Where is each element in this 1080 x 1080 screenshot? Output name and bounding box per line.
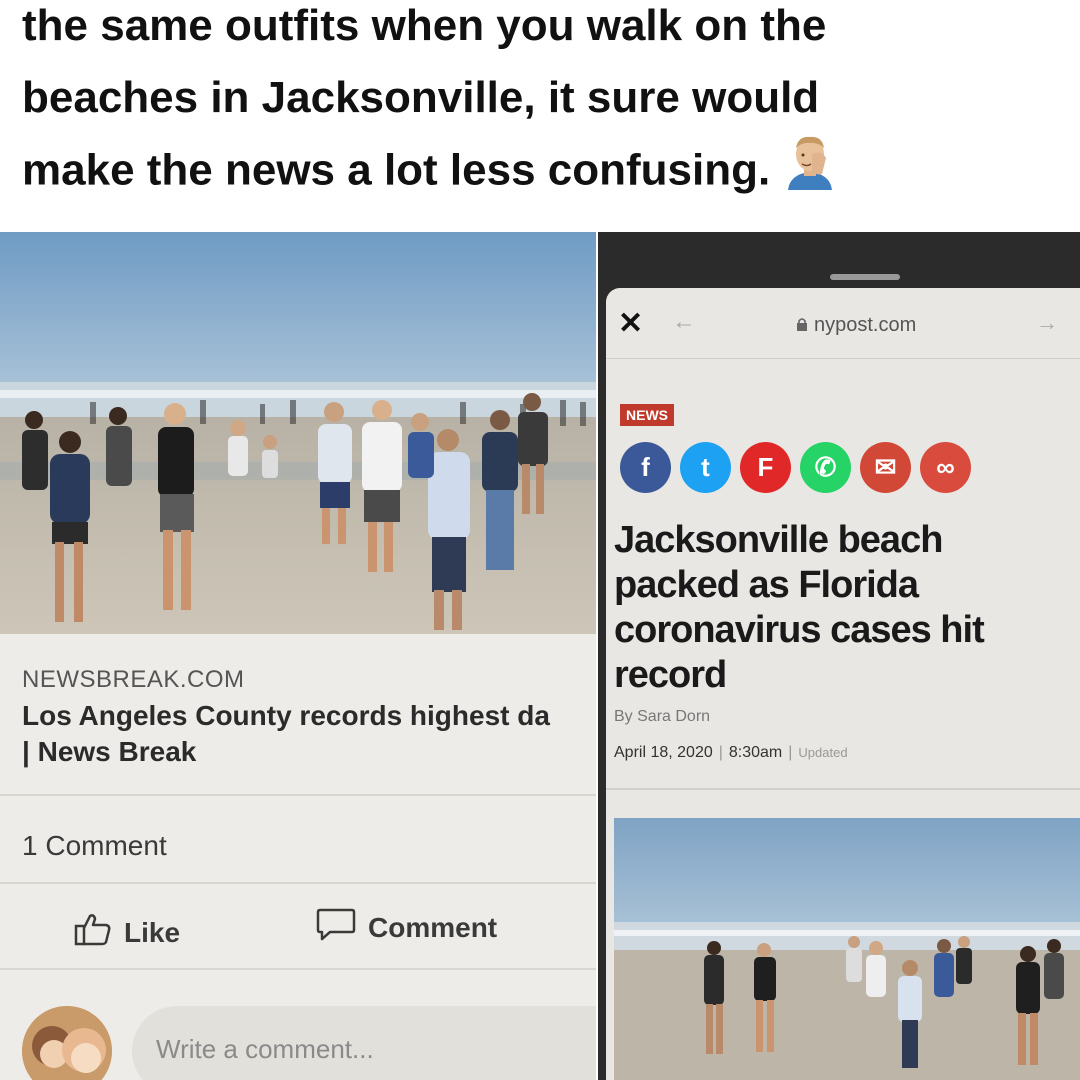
email-icon[interactable]: ✉ [860, 442, 911, 493]
comment-button[interactable]: Comment [316, 906, 497, 949]
caption-line: make the news a lot less confusing. [22, 134, 1062, 212]
separator: | [788, 744, 793, 761]
whatsapp-icon[interactable]: ✆ [800, 442, 851, 493]
close-icon[interactable]: ✕ [618, 306, 643, 341]
flipboard-icon[interactable]: F [740, 442, 791, 493]
twitter-icon[interactable]: t [680, 442, 731, 493]
post-caption: the same outfits when you walk on the be… [22, 0, 1062, 232]
comment-count[interactable]: 1 Comment [22, 830, 167, 862]
link-preview-card[interactable]: NEWSBREAK.COM Los Angeles County records… [0, 634, 596, 1080]
article-title: Jacksonville beach packed as Florida cor… [614, 519, 985, 696]
dateline: April 18, 2020 | 8:30am | Updated [614, 744, 848, 762]
headline-line: | News Break [22, 736, 197, 767]
section-badge[interactable]: NEWS [620, 404, 674, 426]
article-headline[interactable]: Los Angeles County records highest da | … [22, 698, 596, 770]
publish-time: 8:30am [728, 744, 783, 761]
divider [606, 788, 1080, 790]
avatar[interactable] [22, 1006, 112, 1080]
separator: | [718, 744, 723, 761]
thumbs-up-icon [74, 912, 112, 953]
lock-icon [796, 314, 808, 337]
browser-toolbar: ✕ ← nypost.com → [606, 288, 1080, 359]
url-text: nypost.com [814, 314, 917, 336]
facebook-icon[interactable]: f [620, 442, 671, 493]
forward-arrow-icon[interactable]: → [1036, 310, 1058, 336]
source-domain: NEWSBREAK.COM [22, 666, 245, 693]
like-button[interactable]: Like [74, 912, 180, 953]
caption-line: the same outfits when you walk on the [22, 1, 827, 50]
comment-placeholder: Write a comment... [156, 1034, 374, 1064]
caption-text: make the news a lot less confusing. [22, 145, 771, 195]
beach-crowd-photo[interactable] [0, 232, 596, 634]
comment-label: Comment [368, 911, 498, 943]
browser-screen: ✕ ← nypost.com → NEWS f t F ✆ ✉ ∞ Jacksonvill… [606, 288, 1080, 1080]
newsbreak-post: NEWSBREAK.COM Los Angeles County records… [0, 232, 596, 1080]
like-label: Like [124, 916, 181, 948]
link-icon[interactable]: ∞ [920, 442, 971, 493]
byline: By Sara Dorn [614, 708, 711, 725]
address-bar[interactable]: nypost.com [796, 314, 916, 337]
publish-date: April 18, 2020 [614, 744, 713, 761]
man-facepalming-icon [782, 134, 838, 212]
comment-input[interactable]: Write a comment... [132, 1006, 596, 1080]
headline-line: Los Angeles County records highest da [22, 700, 550, 731]
back-arrow-icon[interactable]: ← [672, 308, 696, 336]
divider [0, 794, 596, 796]
phone-screenshot: ✕ ← nypost.com → NEWS f t F ✆ ✉ ∞ Jacksonvill… [598, 232, 1080, 1080]
speech-bubble-icon [316, 906, 356, 949]
divider [0, 882, 596, 884]
divider [0, 968, 596, 970]
updated-label: Updated [798, 745, 848, 760]
caption-line: beaches in Jacksonville, it sure would [22, 73, 820, 122]
phone-notch [830, 274, 900, 280]
share-buttons: f t F ✆ ✉ ∞ [620, 442, 971, 493]
article-beach-photo[interactable] [614, 818, 1080, 1080]
